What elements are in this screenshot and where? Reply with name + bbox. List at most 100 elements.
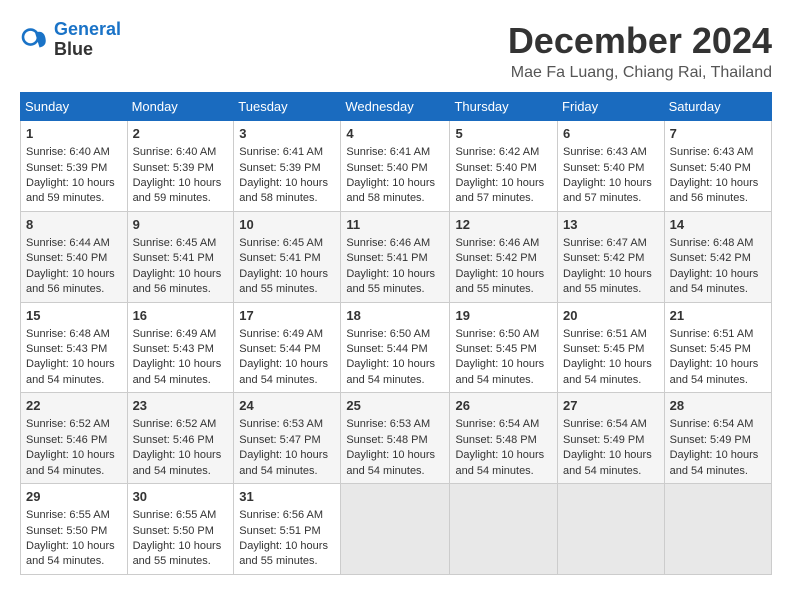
sunrise-text: Sunrise: 6:50 AM [346,328,430,340]
sunset-text: Sunset: 5:48 PM [455,434,536,446]
calendar-cell: 30Sunrise: 6:55 AMSunset: 5:50 PMDayligh… [127,484,234,575]
sunset-text: Sunset: 5:46 PM [133,434,214,446]
sunset-text: Sunset: 5:50 PM [26,525,107,537]
day-number: 25 [346,397,444,415]
calendar-cell: 2Sunrise: 6:40 AMSunset: 5:39 PMDaylight… [127,121,234,212]
sunset-text: Sunset: 5:44 PM [239,343,320,355]
logo-icon [20,25,50,55]
daylight-text: Daylight: 10 hours and 58 minutes. [346,177,435,204]
title-section: December 2024 Mae Fa Luang, Chiang Rai, … [508,20,772,82]
sunset-text: Sunset: 5:41 PM [346,252,427,264]
day-number: 31 [239,488,335,506]
sunset-text: Sunset: 5:40 PM [26,252,107,264]
sunrise-text: Sunrise: 6:46 AM [455,237,539,249]
calendar-cell: 7Sunrise: 6:43 AMSunset: 5:40 PMDaylight… [664,121,771,212]
sunrise-text: Sunrise: 6:44 AM [26,237,110,249]
calendar-cell: 31Sunrise: 6:56 AMSunset: 5:51 PMDayligh… [234,484,341,575]
sunrise-text: Sunrise: 6:41 AM [239,146,323,158]
day-number: 1 [26,125,122,143]
header-saturday: Saturday [664,93,771,121]
sunset-text: Sunset: 5:39 PM [26,162,107,174]
calendar-cell: 9Sunrise: 6:45 AMSunset: 5:41 PMDaylight… [127,211,234,302]
sunset-text: Sunset: 5:42 PM [670,252,751,264]
sunrise-text: Sunrise: 6:40 AM [26,146,110,158]
calendar-cell: 25Sunrise: 6:53 AMSunset: 5:48 PMDayligh… [341,393,450,484]
sunset-text: Sunset: 5:49 PM [670,434,751,446]
daylight-text: Daylight: 10 hours and 58 minutes. [239,177,328,204]
day-number: 10 [239,216,335,234]
sunrise-text: Sunrise: 6:43 AM [563,146,647,158]
sunrise-text: Sunrise: 6:47 AM [563,237,647,249]
day-number: 16 [133,307,229,325]
calendar-cell: 10Sunrise: 6:45 AMSunset: 5:41 PMDayligh… [234,211,341,302]
sunset-text: Sunset: 5:41 PM [239,252,320,264]
daylight-text: Daylight: 10 hours and 54 minutes. [563,449,652,476]
sunrise-text: Sunrise: 6:54 AM [563,418,647,430]
day-number: 3 [239,125,335,143]
daylight-text: Daylight: 10 hours and 54 minutes. [239,358,328,385]
calendar-week-row: 1 Sunrise: 6:40 AM Sunset: 5:39 PM Daylight… [21,121,772,212]
calendar-cell: 14Sunrise: 6:48 AMSunset: 5:42 PMDayligh… [664,211,771,302]
location-title: Mae Fa Luang, Chiang Rai, Thailand [508,64,772,82]
day-number: 23 [133,397,229,415]
calendar-cell: 27Sunrise: 6:54 AMSunset: 5:49 PMDayligh… [558,393,665,484]
sunset-text: Sunset: 5:40 PM [455,162,536,174]
logo: General Blue [20,20,121,60]
sunset-text: Sunset: 5:50 PM [133,525,214,537]
day-number: 8 [26,216,122,234]
calendar-cell: 19Sunrise: 6:50 AMSunset: 5:45 PMDayligh… [450,302,558,393]
daylight-text: Daylight: 10 hours and 54 minutes. [563,358,652,385]
daylight-text: Daylight: 10 hours and 54 minutes. [133,449,222,476]
header-wednesday: Wednesday [341,93,450,121]
sunset-text: Sunset: 5:40 PM [346,162,427,174]
calendar-cell: 3Sunrise: 6:41 AMSunset: 5:39 PMDaylight… [234,121,341,212]
day-number: 7 [670,125,766,143]
sunrise-text: Sunrise: 6:51 AM [670,328,754,340]
calendar-cell: 5Sunrise: 6:42 AMSunset: 5:40 PMDaylight… [450,121,558,212]
daylight-text: Daylight: 10 hours and 55 minutes. [346,268,435,295]
sunset-text: Sunset: 5:41 PM [133,252,214,264]
sunset-text: Sunset: 5:45 PM [563,343,644,355]
sunrise-text: Sunrise: 6:53 AM [346,418,430,430]
sunset-text: Sunset: 5:39 PM [133,162,214,174]
calendar-cell: 13Sunrise: 6:47 AMSunset: 5:42 PMDayligh… [558,211,665,302]
calendar-header-row: SundayMondayTuesdayWednesdayThursdayFrid… [21,93,772,121]
daylight-text: Daylight: 10 hours and 54 minutes. [26,358,115,385]
calendar-cell: 26Sunrise: 6:54 AMSunset: 5:48 PMDayligh… [450,393,558,484]
sunrise-text: Sunrise: 6:56 AM [239,509,323,521]
day-number: 26 [455,397,552,415]
sunrise-text: Sunrise: 6:40 AM [133,146,217,158]
day-number: 5 [455,125,552,143]
calendar-cell: 22Sunrise: 6:52 AMSunset: 5:46 PMDayligh… [21,393,128,484]
day-number: 30 [133,488,229,506]
daylight-text: Daylight: 10 hours and 54 minutes. [26,540,115,567]
sunset-text: Sunset: 5:40 PM [670,162,751,174]
daylight-text: Daylight: 10 hours and 55 minutes. [133,540,222,567]
daylight-text: Daylight: 10 hours and 54 minutes. [239,449,328,476]
sunset-text: Sunset: 5:40 PM [563,162,644,174]
day-number: 15 [26,307,122,325]
sunrise-text: Sunrise: 6:52 AM [133,418,217,430]
day-number: 27 [563,397,659,415]
day-number: 29 [26,488,122,506]
calendar-cell: 28Sunrise: 6:54 AMSunset: 5:49 PMDayligh… [664,393,771,484]
day-number: 12 [455,216,552,234]
sunrise-text: Sunrise: 6:55 AM [26,509,110,521]
day-number: 9 [133,216,229,234]
day-number: 11 [346,216,444,234]
sunrise-text: Sunrise: 6:45 AM [239,237,323,249]
day-number: 22 [26,397,122,415]
sunrise-text: Sunrise: 6:49 AM [133,328,217,340]
calendar-cell: 11Sunrise: 6:46 AMSunset: 5:41 PMDayligh… [341,211,450,302]
calendar-cell: 17Sunrise: 6:49 AMSunset: 5:44 PMDayligh… [234,302,341,393]
sunset-text: Sunset: 5:45 PM [670,343,751,355]
calendar-cell: 20Sunrise: 6:51 AMSunset: 5:45 PMDayligh… [558,302,665,393]
sunset-text: Sunset: 5:48 PM [346,434,427,446]
daylight-text: Daylight: 10 hours and 59 minutes. [26,177,115,204]
daylight-text: Daylight: 10 hours and 56 minutes. [670,177,759,204]
sunset-text: Sunset: 5:45 PM [455,343,536,355]
calendar-cell [558,484,665,575]
sunrise-text: Sunrise: 6:48 AM [670,237,754,249]
calendar-table: SundayMondayTuesdayWednesdayThursdayFrid… [20,92,772,575]
sunrise-text: Sunrise: 6:41 AM [346,146,430,158]
